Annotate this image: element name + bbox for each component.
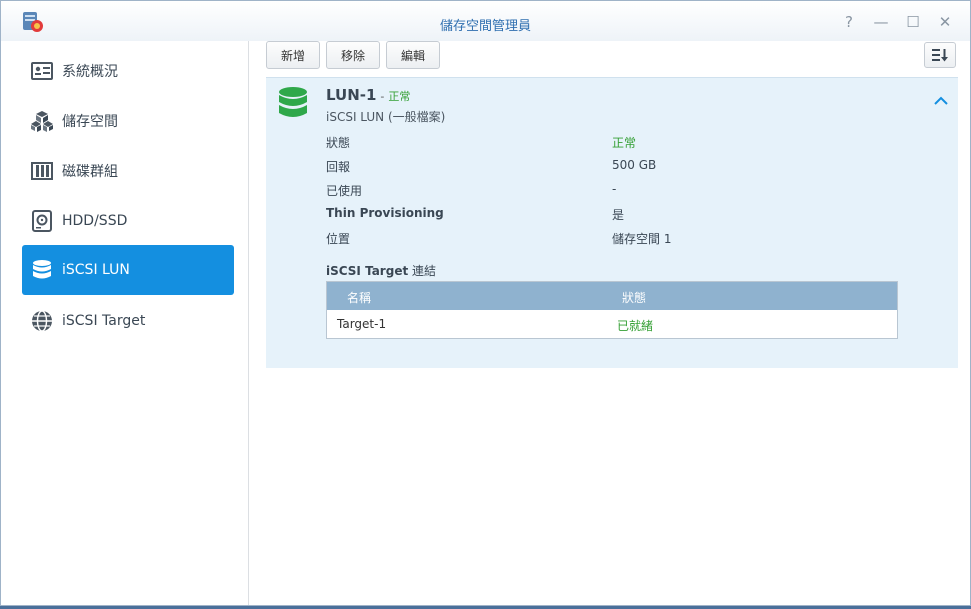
prop-value-status: 正常 (612, 136, 637, 150)
target-status-cell: 已就緒 (617, 319, 654, 333)
database-icon (279, 87, 307, 117)
target-section-title-bold: iSCSI Target (326, 264, 409, 278)
sidebar-item-iscsi-target[interactable]: iSCSI Target (22, 296, 234, 346)
table-header: 名稱 狀態 (327, 282, 897, 310)
window-title: 儲存空間管理員 (439, 19, 531, 34)
chevron-up-icon[interactable] (934, 96, 948, 106)
lun-title: LUN-1- 正常 (326, 86, 410, 104)
overview-icon (30, 59, 54, 83)
sidebar-item-label: 磁碟群組 (62, 164, 118, 180)
prop-label-capacity: 回報 (326, 160, 351, 174)
sort-icon (932, 49, 948, 62)
sidebar-item-hdd-ssd[interactable]: HDD/SSD (22, 196, 234, 246)
sort-button[interactable] (924, 42, 956, 68)
sidebar-item-label: HDD/SSD (62, 213, 128, 229)
column-header-status[interactable]: 狀態 (622, 289, 646, 306)
target-table: 名稱 狀態 Target-1 已就緒 (326, 281, 898, 339)
cubes-icon (30, 109, 54, 133)
sidebar: 系統概況 儲存空間 磁碟群組 HDD/SSD iSCSI LUN iSCSI T… (1, 41, 249, 605)
edit-button[interactable]: 編輯 (386, 41, 441, 69)
minimize-icon[interactable]: — (870, 11, 892, 33)
sidebar-item-label: 儲存空間 (62, 114, 118, 130)
target-section-title-rest: 連結 (408, 264, 437, 278)
globe-icon (30, 309, 54, 333)
sidebar-item-disk-group[interactable]: 磁碟群組 (22, 146, 234, 196)
sidebar-item-label: iSCSI LUN (62, 262, 130, 278)
target-name-cell: Target-1 (337, 317, 387, 331)
lun-status-badge: 正常 (388, 90, 411, 103)
maximize-icon[interactable]: ☐ (902, 11, 924, 33)
sidebar-item-storage[interactable]: 儲存空間 (22, 96, 234, 146)
sidebar-item-iscsi-lun[interactable]: iSCSI LUN (22, 245, 234, 295)
prop-label-thin-provisioning: Thin Provisioning (326, 206, 444, 220)
lun-type: iSCSI LUN (一般檔案) (326, 110, 446, 124)
storage-manager-window: 儲存空間管理員 ? — ☐ ✕ 系統概況 儲存空間 磁碟群組 HDD/SSD i… (0, 0, 971, 606)
remove-button[interactable]: 移除 (326, 41, 381, 69)
prop-value-capacity: 500 GB (612, 158, 657, 172)
help-icon[interactable]: ? (838, 11, 860, 33)
lun-detail-panel[interactable]: LUN-1- 正常 iSCSI LUN (一般檔案) 狀態 正常 回報 500 G… (266, 77, 958, 368)
prop-value-location: 儲存空間 1 (612, 232, 672, 246)
prop-label-used: 已使用 (326, 184, 363, 198)
title-bar[interactable]: 儲存空間管理員 ? — ☐ ✕ (1, 1, 970, 41)
column-header-name[interactable]: 名稱 (347, 289, 371, 306)
prop-value-thin-provisioning: 是 (612, 208, 625, 222)
add-button[interactable]: 新增 (266, 41, 321, 69)
main-content: 新增 移除 編輯 LUN-1- 正常 iSCSI LUN (一般檔案) 狀態 正常… (250, 41, 970, 605)
lun-name: LUN-1 (326, 86, 377, 104)
target-section-title: iSCSI Target 連結 (326, 262, 436, 279)
database-icon (30, 258, 54, 282)
disk-group-icon (30, 159, 54, 183)
prop-label-location: 位置 (326, 232, 351, 246)
prop-value-used: - (612, 182, 617, 196)
close-icon[interactable]: ✕ (934, 11, 956, 33)
lun-title-separator: - (380, 90, 385, 103)
hdd-icon (30, 209, 54, 233)
table-row[interactable]: Target-1 已就緒 (327, 310, 897, 338)
prop-label-status: 狀態 (326, 136, 351, 150)
toolbar: 新增 移除 編輯 (266, 41, 441, 71)
sidebar-item-label: 系統概況 (62, 64, 118, 80)
sidebar-item-label: iSCSI Target (62, 313, 146, 329)
sidebar-item-overview[interactable]: 系統概況 (22, 46, 234, 96)
